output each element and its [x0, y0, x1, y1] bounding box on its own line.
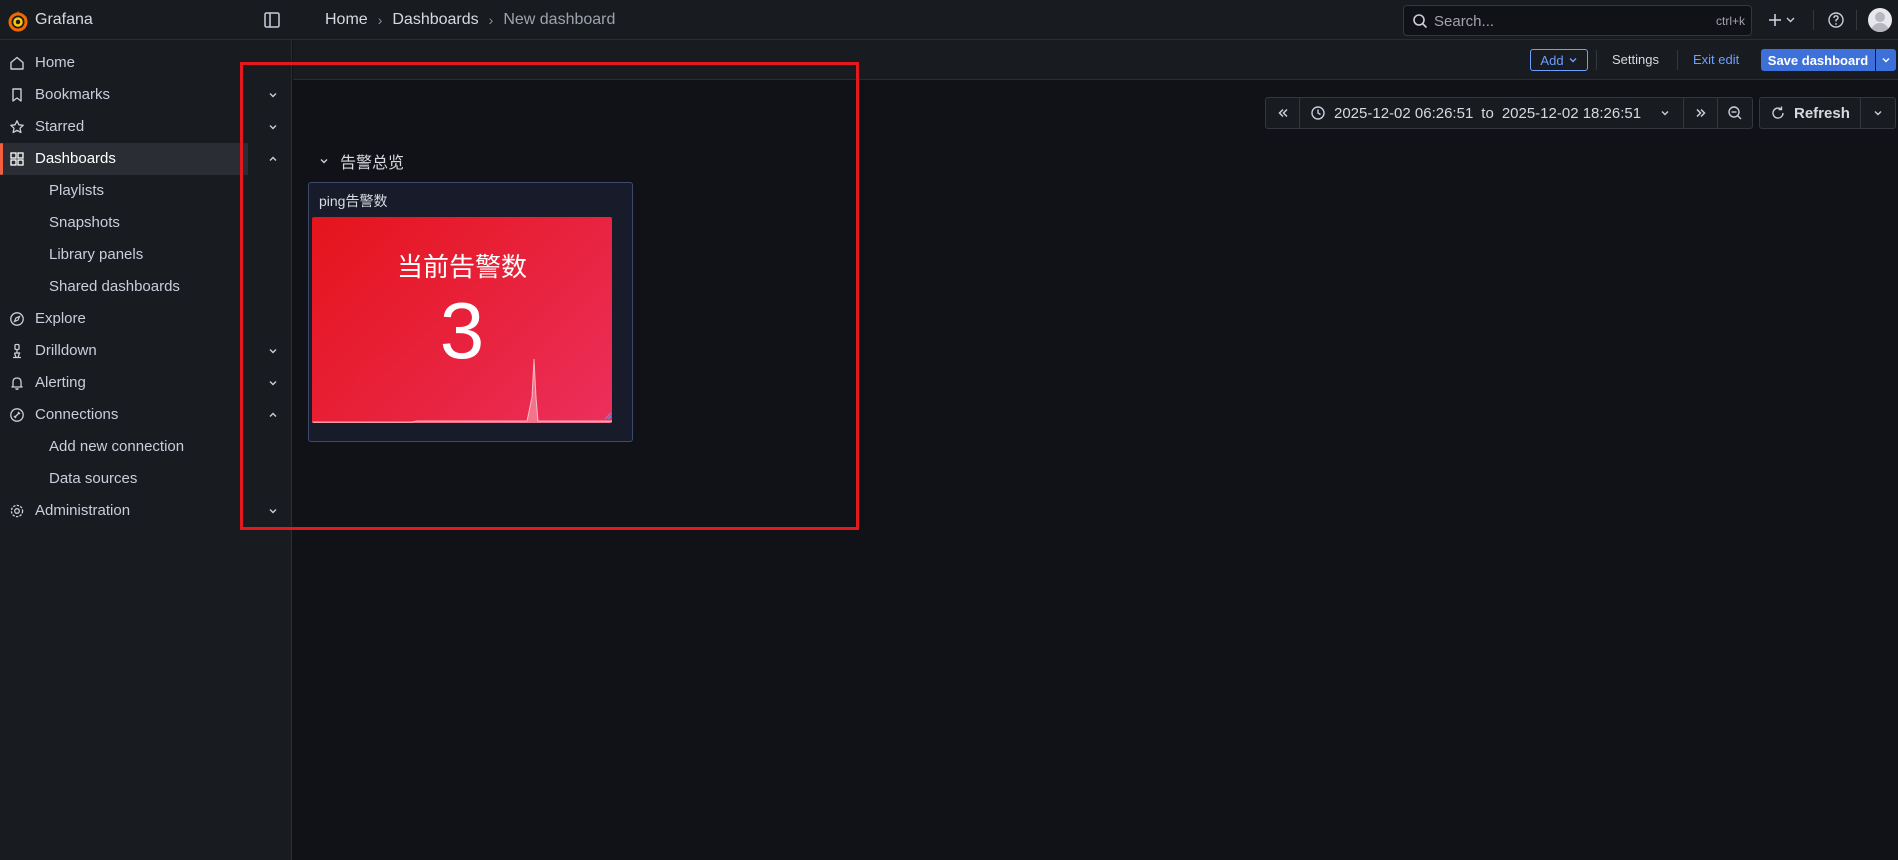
add-button[interactable]: Add — [1530, 49, 1588, 71]
chevron-right-icon: › — [377, 12, 383, 28]
sidebar-item-label: Dashboards — [35, 150, 116, 167]
search-shortcut: ctrl+k — [1715, 14, 1745, 28]
dock-menu-icon[interactable] — [262, 10, 282, 30]
zoom-out-icon — [1728, 106, 1742, 120]
save-dashboard-button[interactable]: Save dashboard — [1761, 49, 1875, 71]
time-forward-button[interactable] — [1684, 98, 1719, 128]
help-icon[interactable] — [1826, 10, 1846, 30]
chevron-down-icon — [1874, 111, 1882, 116]
time-range-connector: to — [1481, 104, 1494, 122]
sidebar-item-label: Connections — [35, 406, 119, 423]
bell-icon — [11, 377, 23, 390]
sidebar-item-label: Data sources — [49, 470, 138, 487]
sidebar-item-label: Bookmarks — [35, 86, 111, 103]
sidebar-item-label: Library panels — [49, 246, 144, 263]
time-back-button[interactable] — [1266, 98, 1300, 128]
new-plus-icon[interactable] — [1765, 9, 1801, 31]
chevrons-left-icon — [1277, 108, 1288, 118]
search-input[interactable]: Search... ctrl+k — [1403, 5, 1752, 36]
time-range-from: 2025-12-02 06:26:51 — [1334, 104, 1474, 122]
refresh-icon — [1772, 106, 1784, 119]
toolbar-divider — [1856, 10, 1857, 30]
refresh-interval-button[interactable] — [1861, 98, 1895, 128]
refresh-picker: Refresh — [1759, 97, 1896, 129]
chevron-down-icon — [1882, 58, 1890, 63]
sidebar-item-label: Playlists — [49, 182, 105, 199]
zoom-out-button[interactable] — [1718, 98, 1752, 128]
refresh-button[interactable]: Refresh — [1760, 98, 1861, 128]
active-indicator — [0, 143, 3, 175]
highlight-box — [240, 62, 859, 530]
avatar-head — [1875, 12, 1885, 22]
breadcrumb: Home › Dashboards › New dashboard — [325, 11, 615, 29]
chevron-down-icon — [1569, 58, 1577, 63]
breadcrumb-dashboards[interactable]: Dashboards — [392, 11, 478, 29]
sidebar-item-label: Alerting — [35, 374, 86, 391]
avatar-body — [1871, 23, 1889, 32]
sidebar-item-label: Starred — [35, 118, 85, 135]
app-name: Grafana — [35, 11, 93, 28]
search-placeholder: Search... — [1434, 13, 1495, 30]
exit-edit-button[interactable]: Exit edit — [1693, 52, 1739, 67]
drilldown-icon — [13, 343, 21, 359]
toolbar-divider — [1813, 10, 1814, 30]
sidebar-item-label: Add new connection — [49, 438, 185, 455]
toolbar-divider — [1596, 50, 1597, 70]
sidebar-item-label: Home — [35, 54, 76, 71]
breadcrumb-current: New dashboard — [503, 11, 616, 28]
refresh-label: Refresh — [1794, 104, 1850, 122]
save-options-button[interactable] — [1876, 49, 1896, 71]
grafana-logo-icon[interactable] — [6, 9, 30, 33]
toolbar-divider — [1677, 50, 1678, 70]
sidebar-item-label: Snapshots — [49, 214, 120, 231]
add-button-label: Add — [1540, 52, 1564, 68]
breadcrumb-home[interactable]: Home — [325, 11, 368, 29]
time-range-button[interactable]: 2025-12-02 06:26:51 to 2025-12-02 18:26:… — [1300, 98, 1685, 128]
save-dashboard-label: Save dashboard — [1767, 52, 1869, 68]
chevrons-right-icon — [1696, 108, 1706, 118]
sidebar-item-dashboards[interactable]: Dashboards — [0, 143, 248, 175]
star-icon — [10, 120, 24, 134]
settings-button[interactable]: Settings — [1612, 52, 1659, 67]
home-icon — [10, 56, 24, 70]
top-bar: Grafana Home › Dashboards › New dashboar… — [0, 0, 1898, 40]
compass-icon — [10, 312, 24, 326]
time-picker: 2025-12-02 06:26:51 to 2025-12-02 18:26:… — [1265, 97, 1754, 129]
sidebar-item-label: Drilldown — [35, 342, 97, 359]
dashboards-icon — [10, 152, 24, 166]
chevron-down-icon — [1661, 111, 1669, 116]
sidebar-item-label: Shared dashboards — [49, 278, 180, 295]
sidebar-item-label: Administration — [35, 502, 131, 519]
connections-icon — [10, 408, 24, 422]
sidebar-item-label: Explore — [35, 310, 86, 327]
clock-icon — [1311, 106, 1325, 120]
time-range-to: 2025-12-02 18:26:51 — [1501, 104, 1642, 122]
chevron-right-icon: › — [488, 12, 494, 28]
user-avatar[interactable] — [1868, 8, 1892, 32]
search-icon — [1413, 14, 1428, 29]
gear-icon — [10, 504, 24, 518]
bookmark-icon — [12, 88, 22, 102]
